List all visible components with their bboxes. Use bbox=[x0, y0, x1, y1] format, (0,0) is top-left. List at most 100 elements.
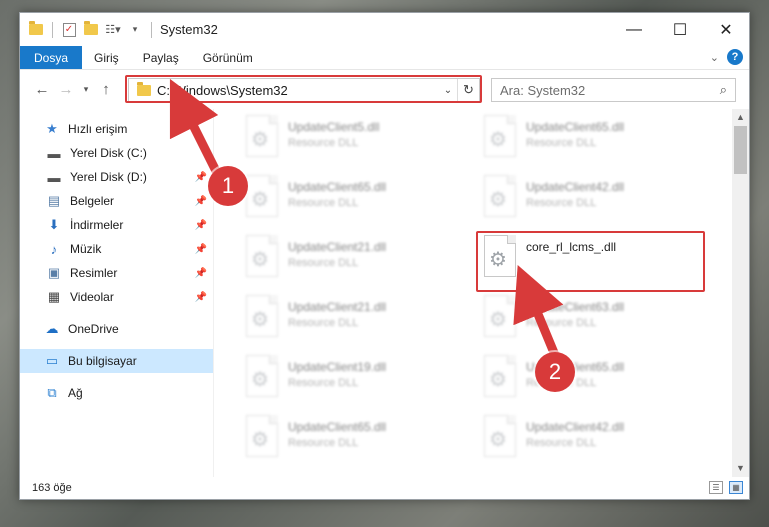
dll-file-icon: ⚙ bbox=[480, 235, 516, 279]
up-icon[interactable]: ↑ bbox=[94, 81, 118, 98]
file-type: Resource DLL bbox=[526, 317, 597, 329]
sidebar-item-label: Videolar bbox=[70, 290, 114, 304]
dll-file-icon: ⚙ bbox=[480, 355, 516, 399]
file-item[interactable]: ⚙ UpdateClient65.dll Resource DLL bbox=[480, 115, 710, 167]
pin-icon[interactable]: 📌 bbox=[195, 244, 207, 255]
file-item[interactable]: ⚙ UpdateClient21.dll Resource DLL bbox=[242, 235, 472, 287]
forward-icon[interactable]: → bbox=[54, 81, 78, 98]
search-placeholder: Ara: System32 bbox=[500, 82, 586, 98]
file-type: Resource DLL bbox=[288, 317, 359, 329]
sidebar-item-network[interactable]: ⧉ Ağ bbox=[20, 381, 213, 405]
file-item[interactable]: ⚙ UpdateClient65.dll Resource DLL bbox=[242, 415, 472, 467]
sidebar-item-drive-c[interactable]: ▬ Yerel Disk (C:) bbox=[20, 141, 213, 165]
file-name: UpdateClient65.dll bbox=[288, 180, 387, 194]
file-name: UpdateClient19.dll bbox=[288, 360, 387, 374]
details-view-icon[interactable]: ☰ bbox=[709, 481, 723, 494]
file-name: UpdateClient5.dll bbox=[288, 120, 380, 134]
sidebar-item-pictures[interactable]: ▣ Resimler 📌 bbox=[20, 261, 213, 285]
file-name: UpdateClient21.dll bbox=[288, 300, 387, 314]
close-button[interactable]: ✕ bbox=[703, 13, 749, 46]
dll-file-icon: ⚙ bbox=[242, 355, 278, 399]
tab-file[interactable]: Dosya bbox=[20, 46, 83, 69]
maximize-button[interactable]: ☐ bbox=[657, 13, 703, 46]
pin-icon[interactable]: 📌 bbox=[195, 292, 207, 303]
address-path[interactable]: C:\Windows\System32 bbox=[157, 83, 439, 98]
back-icon[interactable]: ← bbox=[30, 81, 54, 98]
file-item[interactable]: ⚙ UpdateClient65.dll Resource DLL bbox=[480, 355, 710, 407]
computer-icon: ▭ bbox=[45, 353, 59, 368]
sidebar-item-label: Bu bilgisayar bbox=[68, 354, 137, 368]
search-icon[interactable]: ⌕ bbox=[720, 82, 727, 98]
sidebar-item-downloads[interactable]: ⬇ İndirmeler 📌 bbox=[20, 213, 213, 237]
file-name: UpdateClient65.dll bbox=[526, 120, 625, 134]
folder-icon bbox=[28, 21, 44, 38]
scroll-up-icon[interactable]: ▲ bbox=[732, 109, 749, 126]
sidebar-item-music[interactable]: ♪ Müzik 📌 bbox=[20, 237, 213, 261]
sidebar-item-label: Müzik bbox=[70, 242, 102, 256]
file-item[interactable]: ⚙ UpdateClient42.dll Resource DLL bbox=[480, 415, 710, 467]
dll-file-icon: ⚙ bbox=[242, 175, 278, 219]
chevron-down-icon[interactable]: ⌄ bbox=[439, 85, 457, 96]
view-options-icon[interactable]: ☷▾ bbox=[105, 22, 121, 38]
customize-qat-icon[interactable]: ▾ bbox=[127, 22, 143, 38]
sidebar-item-label: Ağ bbox=[68, 386, 83, 400]
dll-file-icon: ⚙ bbox=[480, 175, 516, 219]
file-item-core-rl-lcms[interactable]: ⚙ core_rl_lcms_.dll bbox=[480, 235, 710, 287]
file-type: Resource DLL bbox=[288, 257, 359, 269]
sidebar-item-label: İndirmeler bbox=[70, 218, 124, 232]
search-input[interactable]: Ara: System32 ⌕ bbox=[491, 78, 736, 102]
file-item[interactable]: ⚙ UpdateClient42.dll Resource DLL bbox=[480, 175, 710, 227]
recent-locations-icon[interactable]: ▾ bbox=[78, 84, 94, 95]
music-icon: ♪ bbox=[50, 241, 58, 257]
explorer-window: ✓ ☷▾ ▾ System32 — ☐ ✕ Dosya Giriş Paylaş… bbox=[19, 12, 750, 500]
tab-home[interactable]: Giriş bbox=[82, 46, 131, 69]
help-icon[interactable]: ? bbox=[727, 49, 743, 65]
sidebar-item-onedrive[interactable]: ☁ OneDrive bbox=[20, 317, 213, 341]
file-type: Resource DLL bbox=[288, 437, 359, 449]
large-icons-view-icon[interactable]: ▦ bbox=[729, 481, 743, 494]
cloud-icon: ☁ bbox=[45, 321, 59, 336]
file-item[interactable]: ⚙ UpdateClient21.dll Resource DLL bbox=[242, 295, 472, 347]
address-bar[interactable]: C:\Windows\System32 ⌄ ↻ bbox=[128, 78, 480, 102]
sidebar-item-label: Yerel Disk (C:) bbox=[70, 146, 147, 160]
file-item[interactable]: ⚙ UpdateClient5.dll Resource DLL bbox=[242, 115, 472, 167]
documents-icon: ▤ bbox=[47, 193, 61, 208]
divider bbox=[151, 21, 152, 38]
videos-icon: ▦ bbox=[47, 289, 61, 304]
dll-file-icon: ⚙ bbox=[480, 115, 516, 159]
sidebar-item-this-pc[interactable]: ▭ Bu bilgisayar bbox=[20, 349, 213, 373]
dll-file-icon: ⚙ bbox=[242, 415, 278, 459]
file-name: UpdateClient42.dll bbox=[526, 420, 625, 434]
sidebar-item-drive-d[interactable]: ▬ Yerel Disk (D:) 📌 bbox=[20, 165, 213, 189]
file-name: UpdateClient65.dll bbox=[288, 420, 387, 434]
file-item[interactable]: ⚙ UpdateClient63.dll Resource DLL bbox=[480, 295, 710, 347]
new-folder-icon[interactable] bbox=[83, 21, 99, 38]
dll-file-icon: ⚙ bbox=[242, 115, 278, 159]
file-name: UpdateClient42.dll bbox=[526, 180, 625, 194]
file-type: Resource DLL bbox=[288, 197, 359, 209]
scroll-down-icon[interactable]: ▼ bbox=[732, 460, 749, 477]
item-count: 163 öğe bbox=[32, 482, 72, 494]
properties-icon[interactable]: ✓ bbox=[61, 22, 77, 38]
tab-view[interactable]: Görünüm bbox=[191, 46, 265, 69]
vertical-scrollbar[interactable]: ▲ ▼ bbox=[732, 109, 749, 477]
file-item[interactable]: ⚙ UpdateClient19.dll Resource DLL bbox=[242, 355, 472, 407]
scroll-thumb[interactable] bbox=[734, 126, 747, 174]
sidebar-item-videos[interactable]: ▦ Videolar 📌 bbox=[20, 285, 213, 309]
drive-icon: ▬ bbox=[47, 145, 61, 161]
pin-icon[interactable]: 📌 bbox=[195, 268, 207, 279]
file-type: Resource DLL bbox=[288, 377, 359, 389]
tab-share[interactable]: Paylaş bbox=[131, 46, 191, 69]
navigation-pane: ★ Hızlı erişim ▬ Yerel Disk (C:) ▬ Yerel… bbox=[20, 109, 214, 477]
file-item[interactable]: ⚙ UpdateClient65.dll Resource DLL bbox=[242, 175, 472, 227]
expand-ribbon-icon[interactable]: ⌄ bbox=[710, 51, 719, 64]
refresh-icon[interactable]: ↻ bbox=[457, 79, 479, 101]
pin-icon[interactable]: 📌 bbox=[195, 220, 207, 231]
file-type: Resource DLL bbox=[526, 377, 597, 389]
sidebar-item-documents[interactable]: ▤ Belgeler 📌 bbox=[20, 189, 213, 213]
pin-icon[interactable]: 📌 bbox=[195, 196, 207, 207]
pin-icon[interactable]: 📌 bbox=[195, 172, 207, 183]
sidebar-item-quick-access[interactable]: ★ Hızlı erişim bbox=[20, 117, 213, 141]
content-area: ★ Hızlı erişim ▬ Yerel Disk (C:) ▬ Yerel… bbox=[20, 109, 749, 477]
minimize-button[interactable]: — bbox=[611, 13, 657, 46]
